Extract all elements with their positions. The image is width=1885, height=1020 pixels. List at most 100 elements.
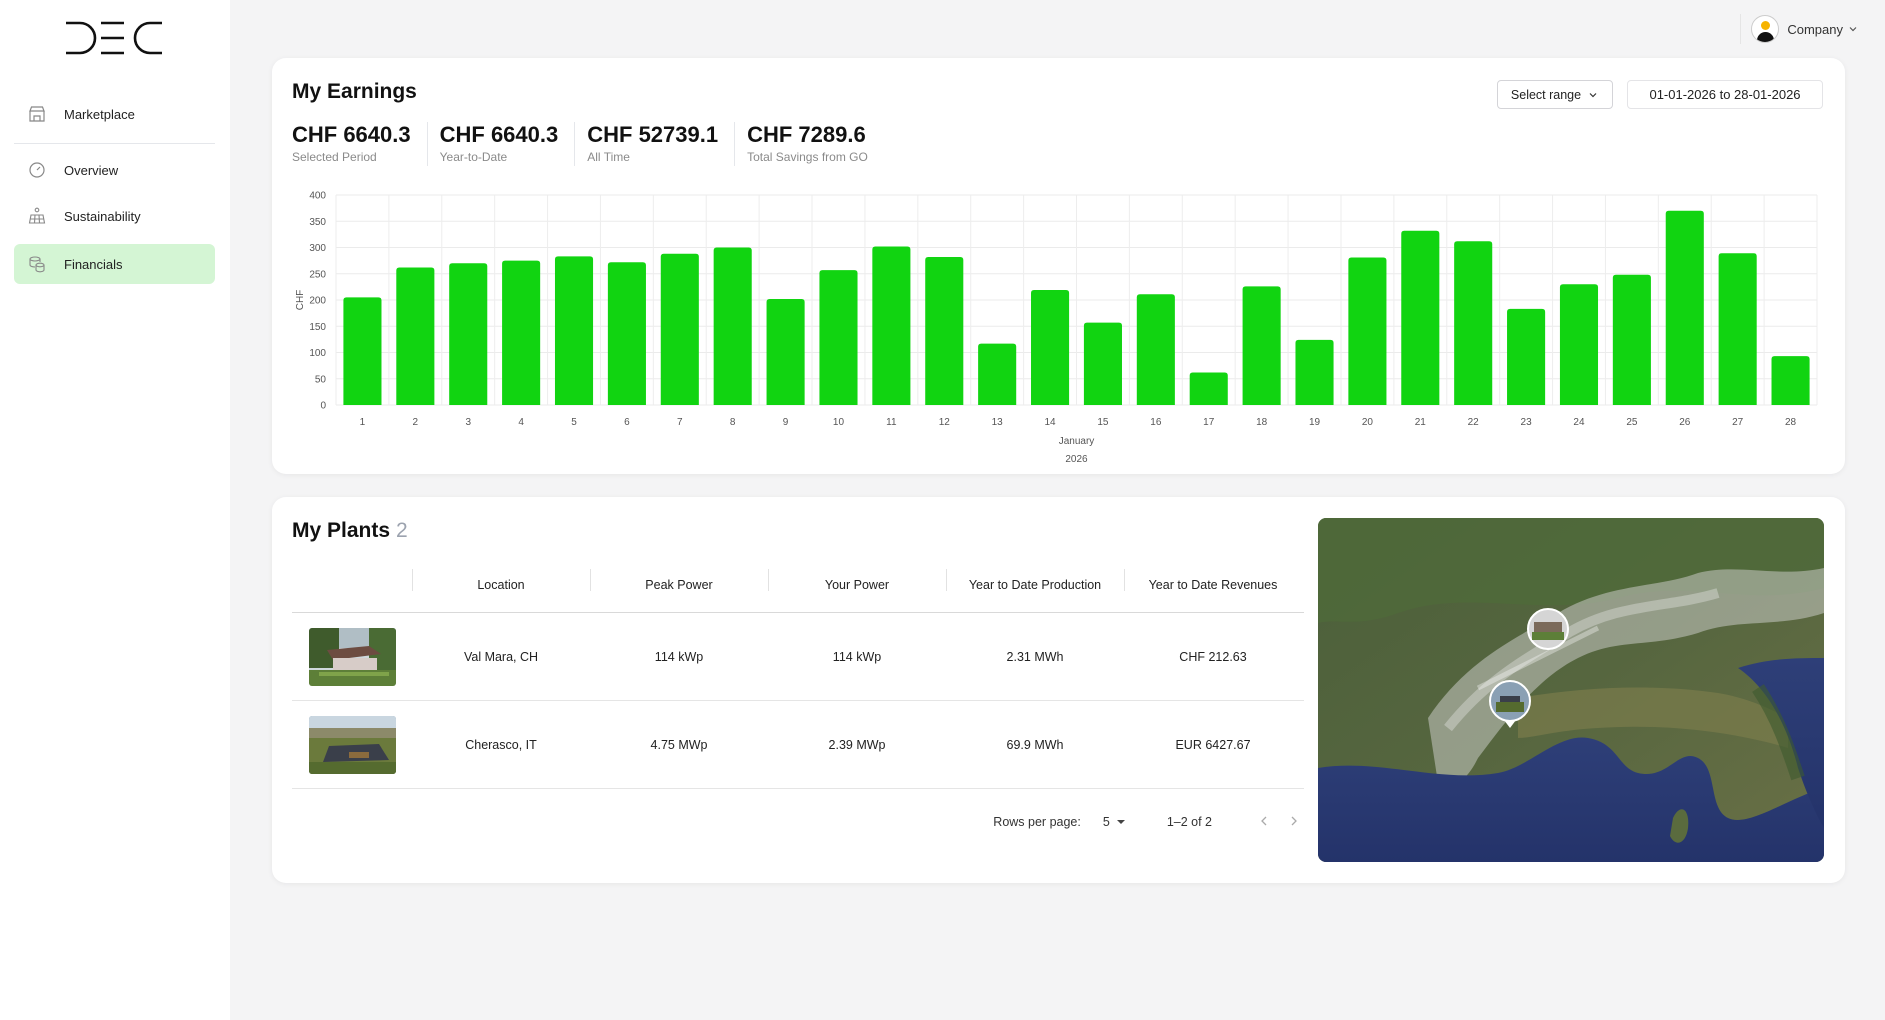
bar[interactable] <box>1295 339 1334 405</box>
date-range-label: 01-01-2026 to 28-01-2026 <box>1649 87 1801 102</box>
chevron-down-icon <box>1849 27 1857 32</box>
cell-peak-power: 114 kWp <box>654 649 704 664</box>
bar[interactable] <box>607 262 646 405</box>
stat-value: CHF 6640.3 <box>439 122 559 147</box>
coins-icon <box>29 256 45 273</box>
plant-thumbnail-cell <box>292 715 412 774</box>
x-tick-label: 15 <box>1097 417 1109 428</box>
x-tick-label: 14 <box>1044 417 1056 428</box>
bar[interactable] <box>766 298 805 405</box>
x-tick-label: 25 <box>1626 417 1638 428</box>
bar[interactable] <box>1665 210 1704 405</box>
cell-location: Val Mara, CH <box>463 649 539 664</box>
y-axis-label: CHF <box>295 290 306 311</box>
bar[interactable] <box>819 270 858 405</box>
x-tick-label: 16 <box>1150 417 1162 428</box>
bar[interactable] <box>978 343 1017 405</box>
cell-ytd-production: 69.9 MWh <box>1006 737 1064 752</box>
bar[interactable] <box>1136 294 1175 405</box>
bar[interactable] <box>1454 241 1493 405</box>
bar[interactable] <box>1559 284 1599 405</box>
next-page-button[interactable] <box>1284 815 1304 830</box>
sidebar-item-sustainability[interactable]: Sustainability <box>14 196 215 236</box>
x-tick-label: 18 <box>1256 417 1268 428</box>
bar[interactable] <box>660 253 699 405</box>
x-tick-label: 19 <box>1309 417 1321 428</box>
x-tick-label: 5 <box>571 417 577 428</box>
bar[interactable] <box>1242 286 1281 405</box>
stat-value: CHF 52739.1 <box>587 122 719 147</box>
x-tick-label: 8 <box>730 417 736 428</box>
bar[interactable] <box>1718 253 1757 405</box>
column-header-location[interactable]: Location <box>412 568 590 592</box>
column-header-label: Year to Date Production <box>968 577 1102 592</box>
rows-per-page-select[interactable]: 5 <box>1103 815 1127 829</box>
bar[interactable] <box>449 263 488 405</box>
bar[interactable] <box>713 247 752 406</box>
x-tick-label: 3 <box>465 417 471 428</box>
column-header-label: Year to Date Revenues <box>1148 577 1278 592</box>
plant-thumbnail-cell <box>292 627 412 686</box>
x-tick-label: 21 <box>1415 417 1427 428</box>
bar[interactable] <box>925 256 964 405</box>
user-menu[interactable]: Company <box>1740 14 1859 44</box>
column-header-ytd-production[interactable]: Year to Date Production <box>946 568 1124 592</box>
column-header-label: Peak Power <box>645 577 713 592</box>
bar[interactable] <box>343 297 382 405</box>
table-row[interactable]: Val Mara, CH 114 kWp 114 kWp 2.31 MWh CH… <box>292 613 1304 701</box>
column-header-peak-power[interactable]: Peak Power <box>590 568 768 592</box>
column-header-label: Location <box>477 577 525 592</box>
date-range-picker[interactable]: 01-01-2026 to 28-01-2026 <box>1627 80 1823 109</box>
cell-your-power: 2.39 MWp <box>828 737 886 752</box>
bar[interactable] <box>1612 274 1651 405</box>
cell-ytd-production: 2.31 MWh <box>1006 649 1064 664</box>
stat-all-time: CHF 52739.1 All Time <box>587 122 736 166</box>
bar[interactable] <box>1189 372 1228 405</box>
table-row[interactable]: Cherasco, IT 4.75 MWp 2.39 MWp 69.9 MWh … <box>292 701 1304 789</box>
sidebar: Marketplace Overview Sustainability Fina… <box>0 0 230 1020</box>
x-tick-label: 2 <box>413 417 419 428</box>
x-tick-label: 9 <box>783 417 789 428</box>
bar[interactable] <box>1348 257 1387 405</box>
gauge-icon <box>29 162 45 178</box>
stat-value: CHF 7289.6 <box>747 122 866 147</box>
chevron-left-icon <box>1261 816 1267 825</box>
bar[interactable] <box>554 256 594 405</box>
stat-label: All Time <box>587 150 630 164</box>
y-tick-label: 350 <box>309 217 326 228</box>
x-tick-label: 17 <box>1203 417 1215 428</box>
x-tick-label: 7 <box>677 417 683 428</box>
column-header-your-power[interactable]: Your Power <box>768 568 946 592</box>
earnings-bar-chart: 050100150200250300350400CHF1 2 3 4 5 6 7 8 9 10 11… <box>295 191 1818 465</box>
dec-logo[interactable] <box>64 20 164 56</box>
cell-your-power: 114 kWp <box>832 649 882 664</box>
bar[interactable] <box>502 260 541 405</box>
bar[interactable] <box>396 267 435 405</box>
bar[interactable] <box>1031 290 1070 405</box>
column-header-label: Your Power <box>824 577 890 592</box>
stat-label: Total Savings from GO <box>747 150 868 164</box>
sidebar-item-overview[interactable]: Overview <box>14 150 215 190</box>
prev-page-button[interactable] <box>1254 815 1274 830</box>
earnings-title: My Earnings <box>292 80 417 103</box>
bar[interactable] <box>872 246 911 405</box>
sidebar-item-financials[interactable]: Financials <box>14 244 215 284</box>
plant-photo <box>308 627 396 686</box>
sidebar-item-marketplace[interactable]: Marketplace <box>14 94 215 134</box>
y-tick-label: 0 <box>320 401 326 412</box>
y-tick-label: 150 <box>309 322 326 333</box>
avatar <box>1751 15 1780 43</box>
plants-title: My Plants 2 <box>292 519 408 543</box>
select-range-button[interactable]: Select range <box>1497 80 1613 109</box>
bar[interactable] <box>1507 308 1546 405</box>
sidebar-item-label: Marketplace <box>64 106 135 122</box>
store-icon <box>29 106 45 122</box>
x-tick-label: 4 <box>518 417 524 428</box>
plants-map[interactable] <box>1318 518 1824 862</box>
table-pagination: Rows per page: 5 1–2 of 2 <box>292 807 1304 837</box>
x-tick-label: 23 <box>1521 417 1533 428</box>
bar[interactable] <box>1401 230 1440 405</box>
column-header-ytd-revenues[interactable]: Year to Date Revenues <box>1124 568 1302 592</box>
bar[interactable] <box>1083 322 1122 405</box>
bar[interactable] <box>1771 356 1810 405</box>
